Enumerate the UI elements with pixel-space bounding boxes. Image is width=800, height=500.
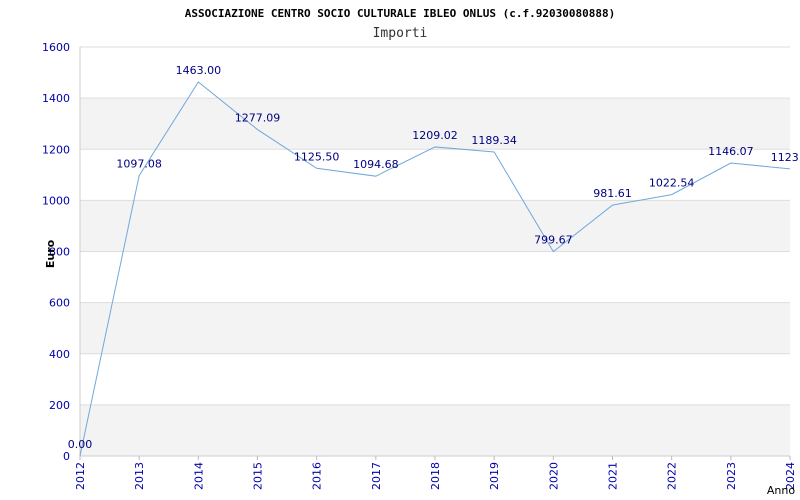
data-label: 1209.02 — [412, 129, 458, 142]
y-tick-label: 1000 — [42, 194, 70, 207]
data-label: 1125.50 — [294, 150, 340, 163]
plot-band — [80, 149, 790, 201]
plot-band — [80, 353, 790, 405]
y-tick-label: 0 — [63, 450, 70, 463]
x-axis-label: Anno — [767, 484, 795, 497]
y-tick-label: 200 — [49, 399, 70, 412]
y-tick-label: 1400 — [42, 92, 70, 105]
data-label: 1123.4 — [771, 151, 800, 164]
line-chart: ASSOCIAZIONE CENTRO SOCIO CULTURALE IBLE… — [42, 7, 800, 497]
x-tick-label: 2016 — [311, 462, 324, 490]
chart-subtitle: Importi — [373, 26, 428, 41]
data-label: 981.61 — [593, 187, 632, 200]
y-tick-label: 600 — [49, 297, 70, 310]
data-label: 1277.09 — [235, 112, 281, 125]
x-tick-label: 2012 — [74, 462, 87, 490]
y-axis-label: Euro — [44, 239, 57, 268]
data-label: 0.00 — [68, 438, 93, 451]
x-tick-label: 2022 — [666, 462, 679, 490]
data-label: 1094.68 — [353, 158, 399, 171]
plot-band — [80, 404, 790, 456]
plot-band — [80, 302, 790, 354]
data-label: 1146.07 — [708, 145, 754, 158]
data-label: 1022.54 — [649, 177, 695, 190]
data-label: 1097.08 — [116, 158, 162, 171]
x-tick-label: 2014 — [192, 462, 205, 490]
x-tick-label: 2019 — [488, 462, 501, 490]
x-tick-labels: 2012 2013 2014 2015 2016 2017 2018 2019 2020 2021… — [74, 462, 797, 490]
data-label: 1189.34 — [471, 134, 517, 147]
y-tick-label: 1600 — [42, 41, 70, 54]
x-tick-label: 2023 — [725, 462, 738, 490]
x-tick-label: 2018 — [429, 462, 442, 490]
data-label: 1463.00 — [176, 64, 222, 77]
y-tick-label: 400 — [49, 348, 70, 361]
chart-title: ASSOCIAZIONE CENTRO SOCIO CULTURALE IBLE… — [185, 7, 615, 20]
x-tick-label: 2020 — [547, 462, 560, 490]
x-tick-label: 2017 — [370, 462, 383, 490]
plot-band — [80, 251, 790, 303]
x-tick-label: 2021 — [607, 462, 620, 490]
x-tick-label: 2013 — [133, 462, 146, 490]
data-label: 799.67 — [534, 234, 573, 247]
x-tick-label: 2015 — [252, 462, 265, 490]
y-tick-label: 1200 — [42, 143, 70, 156]
plot-band — [80, 200, 790, 252]
